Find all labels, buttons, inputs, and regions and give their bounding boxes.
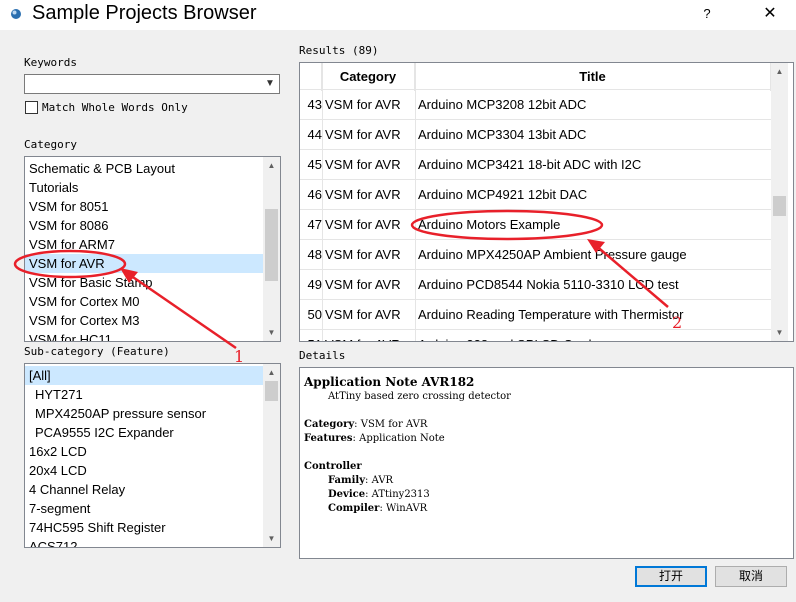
annotation-label-1: 1 [234, 347, 244, 366]
annotation-overlay: 1 2 [13, 209, 682, 366]
annotation-arrow-2 [593, 243, 669, 308]
annotation-arrowhead-1 [120, 268, 138, 283]
annotation-ellipse-1 [13, 249, 127, 279]
annotation-ellipse-2 [410, 209, 604, 241]
annotation-label-2: 2 [672, 313, 682, 332]
annotation-arrow-1 [126, 271, 237, 350]
